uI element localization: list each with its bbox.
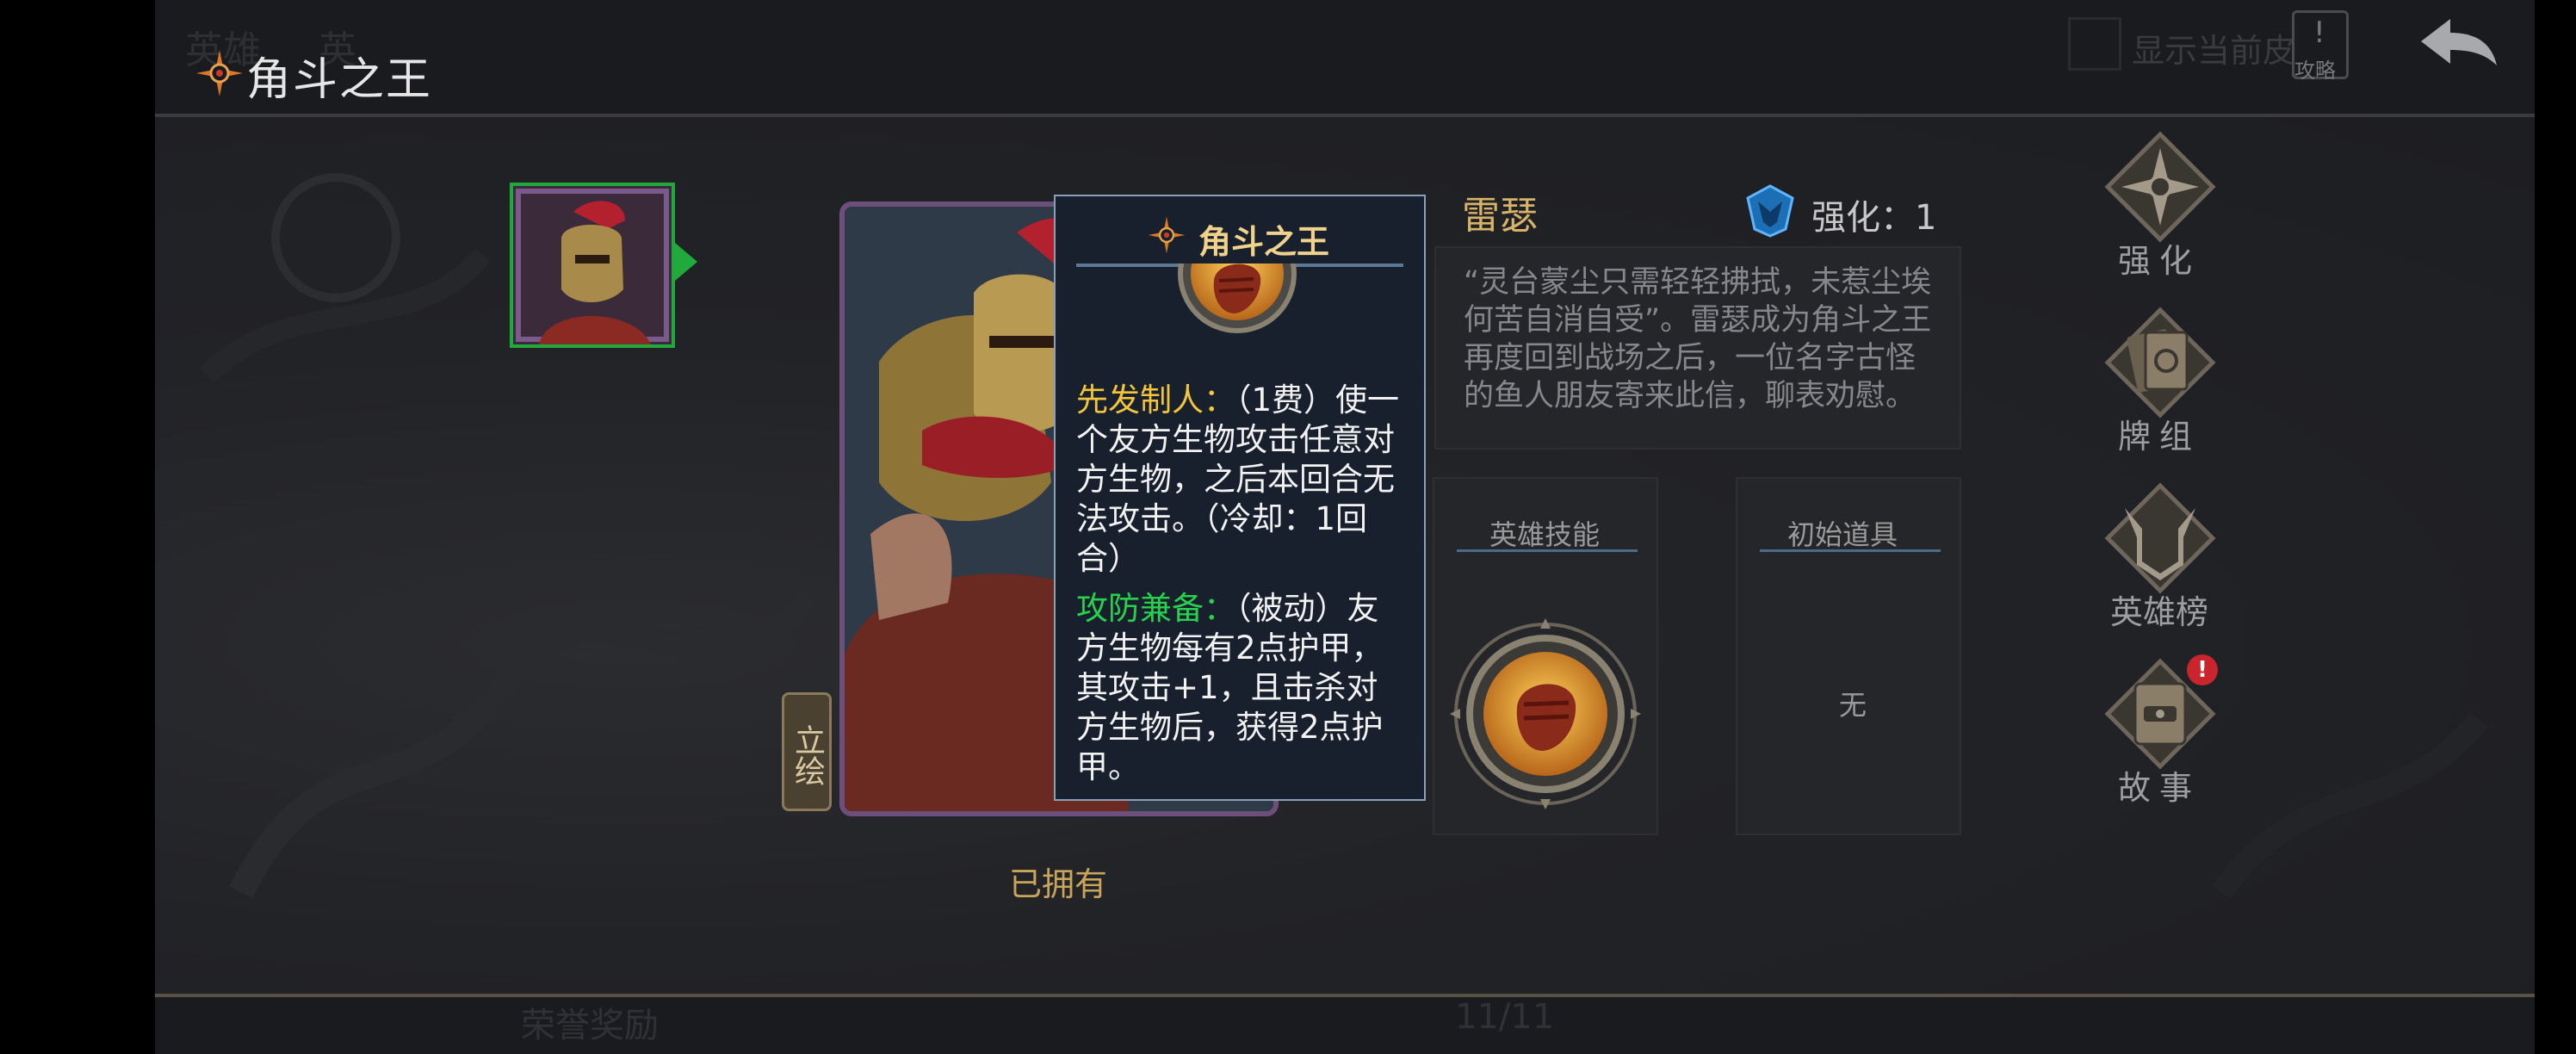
- guide-icon: !: [2313, 16, 2325, 50]
- deck-nav-button[interactable]: [2104, 307, 2216, 418]
- hero-rank-nav-label: 英雄榜: [2109, 593, 2208, 631]
- fist-icon[interactable]: [1450, 618, 1641, 809]
- horned-helmet-icon: [2104, 482, 2216, 594]
- starting-item-title: 初始道具: [1787, 518, 1898, 551]
- starting-item-underline: [1760, 549, 1941, 552]
- panel-bottom-border: [155, 994, 2535, 997]
- skill-description-2: 攻防兼备：（被动）友方生物每有2点护甲，其攻击+1，且击杀对方生物后，获得2点护…: [1076, 589, 1408, 787]
- skill-cost-1: （1费）: [1235, 381, 1336, 418]
- deck-nav-label: 牌组: [2117, 418, 2201, 456]
- starting-item-value: 无: [1839, 689, 1867, 722]
- show-current-skin-checkbox[interactable]: [2068, 17, 2121, 71]
- hero-skill-underline: [1457, 549, 1638, 552]
- guide-label: 攻略: [2294, 59, 2336, 83]
- skill-name-1: 先发制人：: [1076, 381, 1235, 418]
- selected-arrow-icon: [675, 243, 697, 281]
- flavor-text: “灵台蒙尘只需轻轻拂拭，未惹尘埃何苦自消自受”。雷瑟成为角斗之王再度回到战场之后…: [1464, 265, 1932, 413]
- upgrade-nav-label: 强化: [2117, 242, 2201, 280]
- tooltip-title: 角斗之王: [1198, 223, 1330, 261]
- artwork-button[interactable]: 立绘: [782, 692, 832, 811]
- upgrade-nav-button[interactable]: [2104, 131, 2216, 243]
- hero-name: 雷瑟: [1462, 194, 1538, 238]
- upgrade-level: 强化：1: [1811, 198, 1937, 238]
- header-divider: [155, 114, 2535, 117]
- hero-skill-title: 英雄技能: [1489, 518, 1601, 551]
- cards-icon: [2104, 307, 2216, 418]
- story-notification-badge: !: [2187, 654, 2218, 685]
- page-indicator: 11/11: [1455, 997, 1555, 1037]
- sun-emblem-icon: [1147, 215, 1186, 255]
- back-button[interactable]: [2416, 12, 2502, 72]
- back-arrow-icon: [2421, 19, 2497, 65]
- hero-skin-thumbnail[interactable]: [510, 183, 675, 348]
- skill-cost-2: （被动）: [1235, 590, 1347, 627]
- sun-emblem-icon: [195, 48, 245, 98]
- skill-description-1: 先发制人：（1费）使一个友方生物攻击任意对方生物，之后本回合无法攻击。（冷却：1…: [1076, 381, 1408, 579]
- blue-crest-icon: [1743, 183, 1798, 238]
- hero-portrait: [513, 186, 672, 344]
- svg-text:!: !: [2313, 16, 2325, 47]
- page-title: 角斗之王: [246, 54, 433, 106]
- story-nav-label: 故事: [2117, 769, 2201, 807]
- hero-rank-nav-button[interactable]: [2104, 482, 2216, 594]
- show-current-skin-label: 显示当前皮: [2132, 32, 2296, 70]
- fist-icon: [1164, 214, 1310, 375]
- owned-status: 已拥有: [1009, 865, 1108, 903]
- skill-name-2: 攻防兼备：: [1076, 590, 1235, 627]
- compass-star-icon: [2104, 131, 2216, 243]
- honor-reward-label: 荣誉奖励: [521, 1006, 659, 1045]
